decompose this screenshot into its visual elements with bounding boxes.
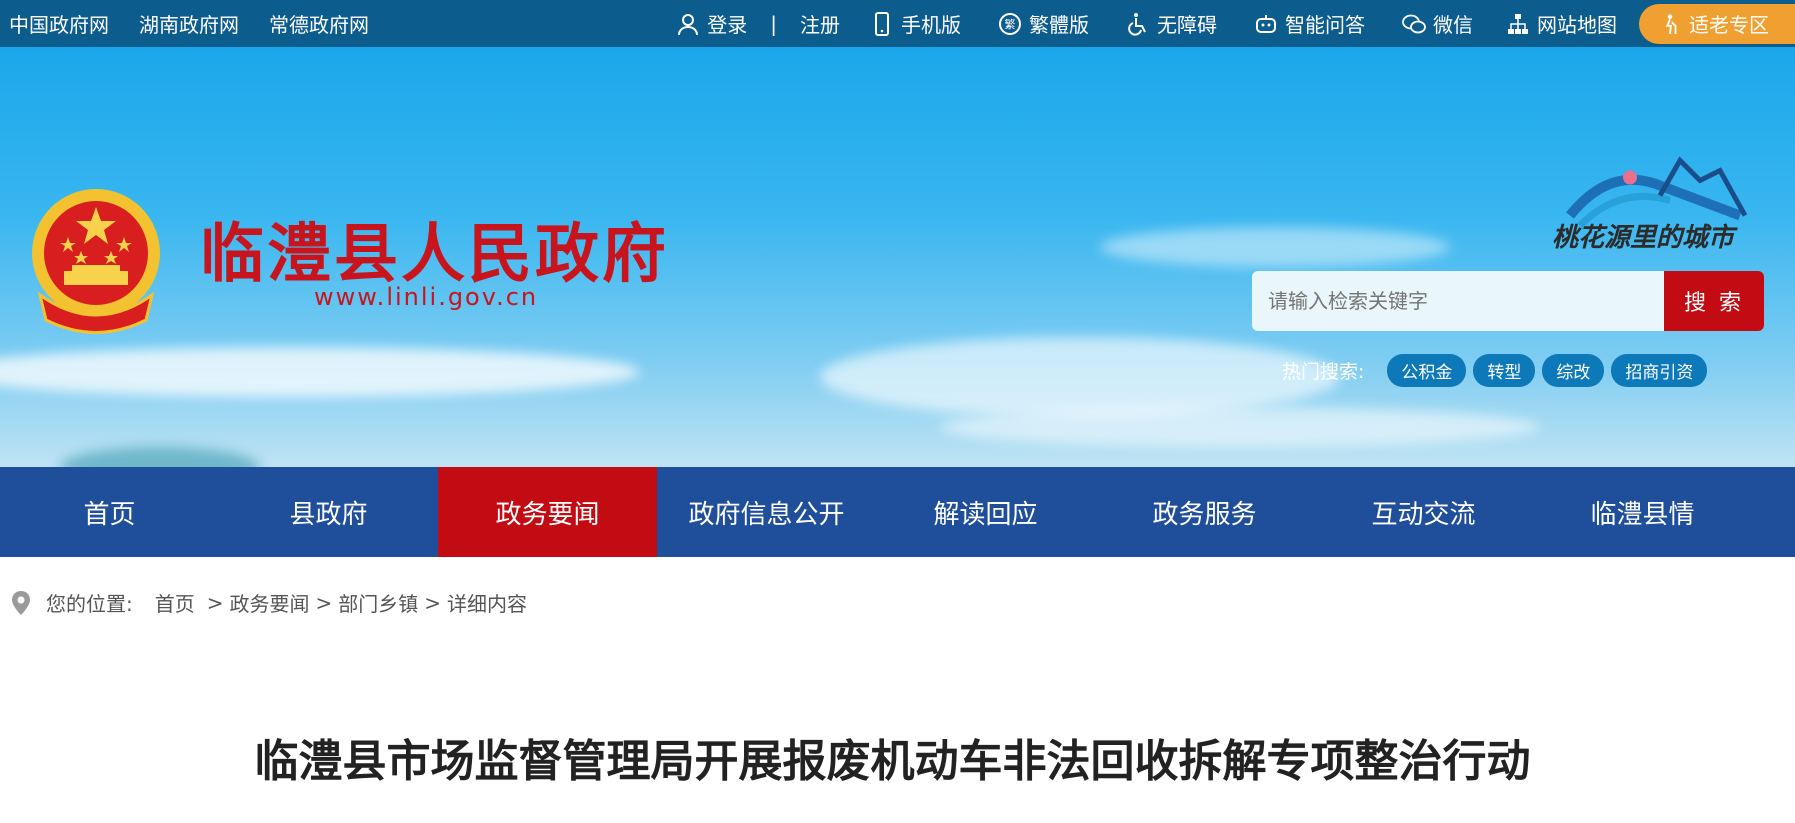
sitemap-icon <box>1508 13 1528 34</box>
svg-text:繁: 繁 <box>1005 17 1016 31</box>
hot-tag[interactable]: 招商引资 <box>1611 354 1708 387</box>
hot-search-label: 热门搜索: <box>1282 361 1365 383</box>
elder-zone-button[interactable]: 适老专区 <box>1639 3 1795 44</box>
wechat-label: 微信 <box>1433 13 1473 37</box>
qa-label: 智能问答 <box>1285 13 1365 37</box>
login-separator: | <box>770 11 777 36</box>
register-link[interactable]: 注册 <box>800 9 840 38</box>
main-nav: 首页 县政府 政务要闻 政府信息公开 解读回应 政务服务 互动交流 临澧县情 <box>0 467 1795 557</box>
breadcrumb-home[interactable]: 首页 <box>155 588 195 617</box>
top-tools: 登录 | 注册 手机版 繁 繁體版 无障碍 智能问答 微信 网站地图 适老专区 <box>676 0 1795 47</box>
nav-item-home[interactable]: 首页 <box>0 467 219 557</box>
search-box: 搜 索 <box>1252 271 1764 331</box>
link-hunan-gov[interactable]: 湖南政府网 <box>139 9 239 38</box>
site-url: www.linli.gov.cn <box>314 283 539 311</box>
top-bar: 中国政府网 湖南政府网 常德政府网 登录 | 注册 手机版 繁 繁體版 无障碍 … <box>0 0 1795 47</box>
login-link[interactable]: 登录 <box>707 9 747 38</box>
accessible-link[interactable]: 无障碍 <box>1126 9 1217 38</box>
sitemap-label: 网站地图 <box>1537 13 1617 37</box>
article-title: 临澧县市场监督管理局开展报废机动车非法回收拆解专项整治行动 <box>254 736 1531 787</box>
nav-item-services[interactable]: 政务服务 <box>1095 467 1314 557</box>
cloud-decoration <box>60 447 260 467</box>
traditional-link[interactable]: 繁 繁體版 <box>998 9 1089 38</box>
nav-item-county-gov[interactable]: 县政府 <box>219 467 438 557</box>
external-links: 中国政府网 湖南政府网 常德政府网 <box>9 0 369 47</box>
nav-item-interaction[interactable]: 互动交流 <box>1314 467 1533 557</box>
breadcrumb-current: 详细内容 <box>447 592 528 616</box>
site-title: 临澧县人民政府 <box>200 217 669 292</box>
nav-item-info-disclosure[interactable]: 政府信息公开 <box>657 467 876 557</box>
nav-item-county-info[interactable]: 临澧县情 <box>1533 467 1752 557</box>
wechat-link[interactable]: 微信 <box>1402 9 1473 38</box>
user-icon <box>678 13 699 35</box>
breadcrumb-department[interactable]: 部门乡镇 <box>338 588 418 617</box>
city-slogan: 桃花源里的城市 <box>1552 223 1735 253</box>
wechat-icon <box>1402 14 1426 33</box>
nav-item-news[interactable]: 政务要闻 <box>438 467 657 557</box>
cloud-decoration <box>940 407 1540 447</box>
wheelchair-icon <box>1128 12 1146 36</box>
hot-tag[interactable]: 转型 <box>1473 354 1536 387</box>
breadcrumb-sep: > <box>315 590 333 615</box>
mobile-link[interactable]: 手机版 <box>870 9 961 38</box>
nav-item-interpretation[interactable]: 解读回应 <box>876 467 1095 557</box>
breadcrumb-label: 您的位置: <box>46 592 133 616</box>
national-emblem-icon <box>32 189 160 334</box>
robot-icon <box>1256 14 1276 33</box>
elder-label: 适老专区 <box>1689 13 1769 37</box>
mobile-icon <box>875 11 889 36</box>
sitemap-link[interactable]: 网站地图 <box>1506 9 1617 38</box>
hot-tag[interactable]: 公积金 <box>1387 354 1467 387</box>
cloud-decoration <box>0 347 640 397</box>
cloud-decoration <box>1100 227 1450 267</box>
breadcrumb-sep: > <box>424 590 442 615</box>
breadcrumb-news[interactable]: 政务要闻 <box>230 588 310 617</box>
qa-link[interactable]: 智能问答 <box>1254 9 1365 38</box>
mobile-label: 手机版 <box>901 13 961 37</box>
elder-icon <box>1665 13 1677 34</box>
traditional-chinese-icon: 繁 <box>999 12 1021 35</box>
hot-search: 热门搜索: 公积金 转型 综改 招商引资 <box>1282 354 1708 387</box>
cloud-decoration <box>820 337 1340 417</box>
accessible-label: 无障碍 <box>1157 13 1217 37</box>
search-input[interactable] <box>1252 271 1664 331</box>
login-register: 登录 | 注册 <box>676 9 840 38</box>
search-button[interactable]: 搜 索 <box>1664 271 1764 331</box>
hot-tag[interactable]: 综改 <box>1542 354 1605 387</box>
traditional-label: 繁體版 <box>1029 13 1089 37</box>
link-china-gov[interactable]: 中国政府网 <box>9 9 109 38</box>
banner: 临澧县人民政府 www.linli.gov.cn 桃花源里的城市 搜 索 热门搜… <box>0 47 1795 467</box>
link-changde-gov[interactable]: 常德政府网 <box>269 9 369 38</box>
breadcrumb-sep: > <box>206 590 224 615</box>
location-pin-icon <box>12 590 30 615</box>
breadcrumb: 您的位置: 首页 > 政务要闻 > 部门乡镇 > 详细内容 <box>10 588 527 617</box>
